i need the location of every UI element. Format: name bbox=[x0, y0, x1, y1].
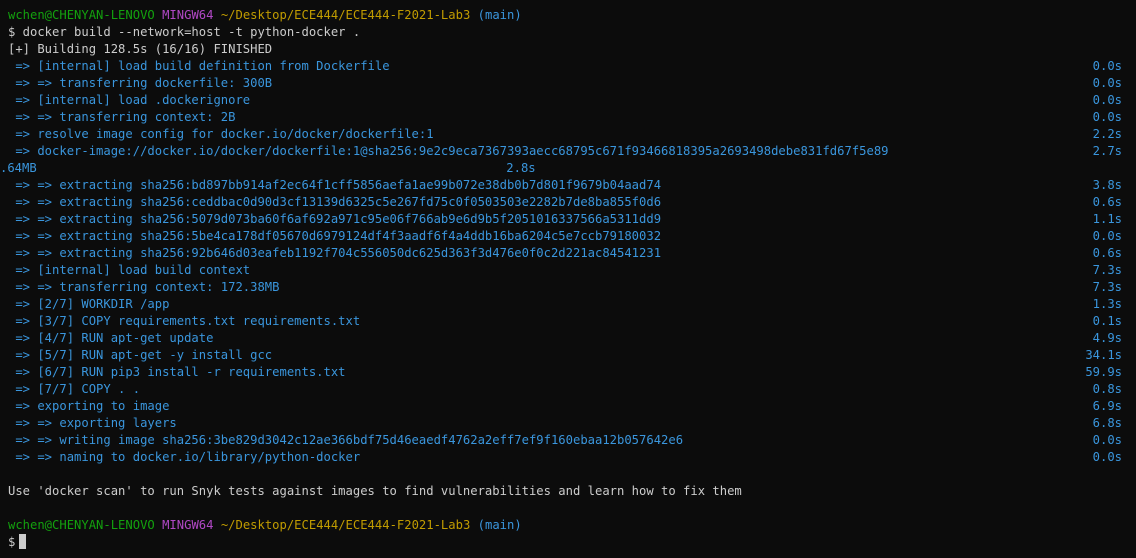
step-time: 7.3s bbox=[1092, 280, 1122, 294]
scrollbar[interactable] bbox=[1132, 0, 1136, 558]
build-step: => => extracting sha256:5be4ca178df05670… bbox=[8, 228, 1136, 245]
build-step: => => transferring context: 2B 0.0s bbox=[8, 109, 1136, 126]
build-step: => [7/7] COPY . . 0.8s bbox=[8, 381, 1136, 398]
step-text: .64MB 2.8s bbox=[0, 161, 536, 175]
step-time: 59.9s bbox=[1085, 365, 1122, 379]
build-step: => => extracting sha256:ceddbac0d90d3cf1… bbox=[8, 194, 1136, 211]
step-time: 0.0s bbox=[1092, 93, 1122, 107]
command-line: $ docker build --network=host -t python-… bbox=[8, 25, 361, 39]
step-text: => exporting to image bbox=[8, 399, 170, 413]
step-text: => [internal] load build context bbox=[8, 263, 251, 277]
step-time: 6.8s bbox=[1092, 416, 1122, 430]
prompt-user: wchen@CHENYAN-LENOVO bbox=[8, 8, 155, 22]
build-step: => => extracting sha256:92b646d03eafeb11… bbox=[8, 245, 1136, 262]
build-step: => => extracting sha256:bd897bb914af2ec6… bbox=[8, 177, 1136, 194]
step-time: 6.9s bbox=[1092, 399, 1122, 413]
prompt-env: MINGW64 bbox=[162, 518, 214, 532]
step-text: => resolve image config for docker.io/do… bbox=[8, 127, 434, 141]
step-text: => [5/7] RUN apt-get -y install gcc bbox=[8, 348, 273, 362]
build-step: => => transferring context: 172.38MB 7.3s bbox=[8, 279, 1136, 296]
build-step: => => writing image sha256:3be829d3042c1… bbox=[8, 432, 1136, 449]
prompt-path: ~/Desktop/ECE444/ECE444-F2021-Lab3 bbox=[220, 8, 471, 22]
step-time: 2.2s bbox=[1092, 127, 1122, 141]
step-text: => => extracting sha256:5079d073ba60f6af… bbox=[8, 212, 662, 226]
text-cursor bbox=[19, 534, 27, 549]
step-text: => [2/7] WORKDIR /app bbox=[8, 297, 170, 311]
step-time: 0.8s bbox=[1092, 382, 1122, 396]
step-text: => => transferring context: 2B bbox=[8, 110, 236, 124]
step-text: => => extracting sha256:92b646d03eafeb11… bbox=[8, 246, 662, 260]
step-text: => => exporting layers bbox=[8, 416, 177, 430]
step-time: 34.1s bbox=[1085, 348, 1122, 362]
build-step: => docker-image://docker.io/docker/docke… bbox=[8, 143, 1136, 160]
build-status: [+] Building 128.5s (16/16) FINISHED bbox=[8, 42, 273, 56]
build-step: => => exporting layers 6.8s bbox=[8, 415, 1136, 432]
step-time: 0.1s bbox=[1092, 314, 1122, 328]
build-step: => [5/7] RUN apt-get -y install gcc 34.1s bbox=[8, 347, 1136, 364]
build-step: => [4/7] RUN apt-get update 4.9s bbox=[8, 330, 1136, 347]
step-time: 0.6s bbox=[1092, 195, 1122, 209]
scan-message: Use 'docker scan' to run Snyk tests agai… bbox=[8, 484, 742, 498]
build-step: => [internal] load build context 7.3s bbox=[8, 262, 1136, 279]
step-time: 0.0s bbox=[1092, 76, 1122, 90]
build-step: => [internal] load build definition from… bbox=[8, 58, 1136, 75]
step-text: => => extracting sha256:bd897bb914af2ec6… bbox=[8, 178, 662, 192]
step-text: => => transferring dockerfile: 300B bbox=[8, 76, 273, 90]
step-text: => [internal] load .dockerignore bbox=[8, 93, 251, 107]
step-time: 0.0s bbox=[1092, 450, 1122, 464]
prompt-path: ~/Desktop/ECE444/ECE444-F2021-Lab3 bbox=[220, 518, 471, 532]
prompt-line: wchen@CHENYAN-LENOVO MINGW64 ~/Desktop/E… bbox=[8, 7, 1136, 24]
step-time: 0.0s bbox=[1092, 229, 1122, 243]
build-step: => => extracting sha256:5079d073ba60f6af… bbox=[8, 211, 1136, 228]
step-time: 2.7s bbox=[1092, 144, 1122, 158]
build-step: => [6/7] RUN pip3 install -r requirement… bbox=[8, 364, 1136, 381]
prompt-branch: (main) bbox=[477, 8, 522, 22]
build-step: => => transferring dockerfile: 300B 0.0s bbox=[8, 75, 1136, 92]
step-text: => [3/7] COPY requirements.txt requireme… bbox=[8, 314, 361, 328]
step-text: => => extracting sha256:5be4ca178df05670… bbox=[8, 229, 662, 243]
step-text: => => transferring context: 172.38MB bbox=[8, 280, 280, 294]
step-time: 7.3s bbox=[1092, 263, 1122, 277]
step-time: 4.9s bbox=[1092, 331, 1122, 345]
step-time: 0.6s bbox=[1092, 246, 1122, 260]
step-text: => [7/7] COPY . . bbox=[8, 382, 141, 396]
step-time: 1.3s bbox=[1092, 297, 1122, 311]
step-text: => => extracting sha256:ceddbac0d90d3cf1… bbox=[8, 195, 662, 209]
build-step: => [3/7] COPY requirements.txt requireme… bbox=[8, 313, 1136, 330]
input-line[interactable]: $ bbox=[8, 534, 1136, 551]
build-step: => [internal] load .dockerignore 0.0s bbox=[8, 92, 1136, 109]
prompt-line: wchen@CHENYAN-LENOVO MINGW64 ~/Desktop/E… bbox=[8, 517, 1136, 534]
prompt-env: MINGW64 bbox=[162, 8, 214, 22]
build-step: => exporting to image 6.9s bbox=[8, 398, 1136, 415]
step-text: => docker-image://docker.io/docker/docke… bbox=[8, 144, 889, 158]
terminal-window[interactable]: wchen@CHENYAN-LENOVO MINGW64 ~/Desktop/E… bbox=[0, 0, 1136, 558]
step-time: 0.0s bbox=[1092, 110, 1122, 124]
step-text: => [internal] load build definition from… bbox=[8, 59, 390, 73]
step-time: 1.1s bbox=[1092, 212, 1122, 226]
build-step: => => naming to docker.io/library/python… bbox=[8, 449, 1136, 466]
prompt-branch: (main) bbox=[477, 518, 522, 532]
step-text: => => naming to docker.io/library/python… bbox=[8, 450, 361, 464]
step-text: => [6/7] RUN pip3 install -r requirement… bbox=[8, 365, 346, 379]
step-text: => => writing image sha256:3be829d3042c1… bbox=[8, 433, 684, 447]
prompt-user: wchen@CHENYAN-LENOVO bbox=[8, 518, 155, 532]
step-time: 0.0s bbox=[1092, 433, 1122, 447]
build-step: .64MB 2.8s bbox=[0, 160, 1136, 177]
terminal-output: wchen@CHENYAN-LENOVO MINGW64 ~/Desktop/E… bbox=[0, 7, 1136, 551]
step-time: 3.8s bbox=[1092, 178, 1122, 192]
build-step: => resolve image config for docker.io/do… bbox=[8, 126, 1136, 143]
build-step: => [2/7] WORKDIR /app 1.3s bbox=[8, 296, 1136, 313]
prompt-symbol: $ bbox=[8, 535, 16, 549]
step-text: => [4/7] RUN apt-get update bbox=[8, 331, 214, 345]
step-time: 0.0s bbox=[1092, 59, 1122, 73]
